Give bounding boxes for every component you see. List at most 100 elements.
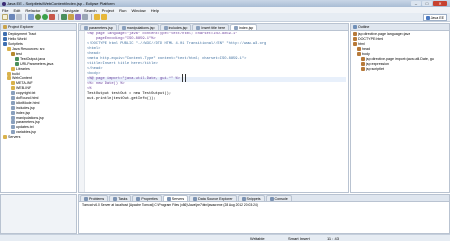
outline-item-label: html [358,42,365,47]
tree-item-label: Scriptlets [8,42,23,47]
view-icon [193,196,198,201]
run-icon[interactable] [42,14,48,20]
code-editor[interactable]: <%@ page language="java" contentType="te… [87,32,346,190]
bottom-tab-label: Snippets [246,196,261,201]
outline-icon [353,25,357,29]
tag-icon [353,42,357,47]
back-icon[interactable] [94,14,100,20]
new-package-icon[interactable] [68,14,74,20]
menu-run[interactable]: Run [119,8,126,13]
close-button[interactable]: ✕ [433,1,447,6]
bottom-tab-label: Tasks [118,196,128,201]
tree-item-label: Servers [8,135,21,140]
jsp-file-icon [121,25,126,30]
tree-item[interactable]: Servers [3,135,76,140]
editor-tab-label: parameters.jsp [89,25,113,30]
left-lower-area [0,194,77,234]
bottom-tab[interactable]: Data Source Explorer [189,195,237,201]
bottom-tab-label: Data Source Explorer [198,196,233,201]
file-icon [11,100,15,105]
menu-project[interactable]: Project [102,8,114,13]
bottom-tab-label: Properties [141,196,158,201]
bottom-tab[interactable]: Problems [80,195,109,201]
java-icon [15,56,19,61]
tree-item-label: WebContent [12,76,32,81]
bottom-tab-label: Console [274,196,288,201]
tree-item-label: URLParameters.java [20,61,54,66]
project-explorer-header: Project Explorer [1,24,76,31]
editor-area: parameters.jsp manipulations.jsp includes.… [78,23,349,193]
outline-item-label: jsp:directive.page language=java [358,32,411,37]
menu-help[interactable]: Help [151,8,159,13]
outline-item-label: head [362,47,370,52]
maximize-button[interactable]: □ [422,1,432,6]
file-icon [11,120,15,125]
minimize-button[interactable]: – [411,1,421,6]
view-icon [84,196,88,201]
bottom-tab[interactable]: Console [265,195,292,201]
menu-window[interactable]: Window [131,8,145,13]
status-writable: Writable [250,235,265,241]
editor-tab[interactable]: index.jsp [230,24,258,30]
tree-item-label: WEB-INF [16,86,32,91]
file-icon [11,110,15,115]
bottom-panel: Problems Tasks Properties Servers Data Sourc… [78,194,450,234]
toolbar-divider [25,14,26,20]
menu-navigate[interactable]: Navigate [63,8,79,13]
file-icon [11,115,15,120]
bottom-tab[interactable]: Snippets [237,195,265,201]
tag-icon [361,66,365,71]
debug-icon[interactable] [35,14,41,20]
tree-item-label: TestOutput.java [20,56,45,61]
menu-edit[interactable]: Edit [13,8,20,13]
project-explorer-panel: Project Explorer Deployment Tract Hello W… [0,23,77,193]
menu-source[interactable]: Source [45,8,58,13]
tree-item-label: manipulations.jsp [16,115,44,120]
outline-tab[interactable]: Outline [358,25,369,29]
folder-icon [7,76,11,81]
outline-item-label: jsp:scriptlet [366,66,384,71]
tree-item-label: test [16,52,22,56]
tree-item-label: includes.jsp [16,105,35,110]
outline-panel: Outline jsp:directive.page language=java… [350,23,450,193]
new-java-class-icon[interactable] [61,14,67,20]
print-icon[interactable] [16,14,22,20]
new-icon[interactable] [2,14,8,20]
status-insert-mode: Smart Insert [288,235,310,241]
search-icon[interactable] [82,14,88,20]
folder-icon [7,71,11,76]
perspective-switcher[interactable]: Java EE [422,14,447,21]
bottom-tab[interactable]: Properties [132,195,162,201]
file-icon [11,96,15,101]
open-type-icon[interactable] [75,14,81,20]
bottom-tab[interactable]: Tasks [109,195,132,201]
editor-tab[interactable]: includes.jsp [159,24,192,30]
editor-tab-bar: parameters.jsp manipulations.jsp includes.… [79,24,348,31]
tree-item-label: Libraries [16,66,30,71]
server-icon[interactable] [28,14,34,20]
outline-item-label: DOCTYPE:html [358,37,384,42]
menu-refactor[interactable]: Refactor [25,8,40,13]
editor-tab[interactable]: manipulations.jsp [117,24,159,30]
tag-icon [361,61,365,66]
editor-tab[interactable]: parameters.jsp [80,24,117,30]
perspective-label: Java EE [430,15,444,20]
bottom-tab-label: Servers [171,196,185,201]
tree-item-label: index.jsp [16,110,31,115]
tag-icon [357,52,361,56]
tag-icon [353,37,357,42]
outline-item[interactable]: jsp:scriptlet [353,66,449,71]
save-icon[interactable] [9,14,15,20]
bottom-tab[interactable]: Servers [162,195,189,201]
status-position: 11 : 43 [327,235,339,241]
editor-tab[interactable]: Insert title here [192,24,230,30]
jsp-file-icon [234,25,239,30]
tree-item-label: parameters.jsp [16,120,40,125]
project-explorer-tab[interactable]: Project Explorer [8,25,34,29]
editor-tab-label: index.jsp [239,25,254,30]
menu-search[interactable]: Search [84,8,97,13]
forward-icon[interactable] [101,14,107,20]
external-tools-icon[interactable] [49,14,55,20]
file-icon [11,105,15,110]
menu-file[interactable]: File [2,8,8,13]
